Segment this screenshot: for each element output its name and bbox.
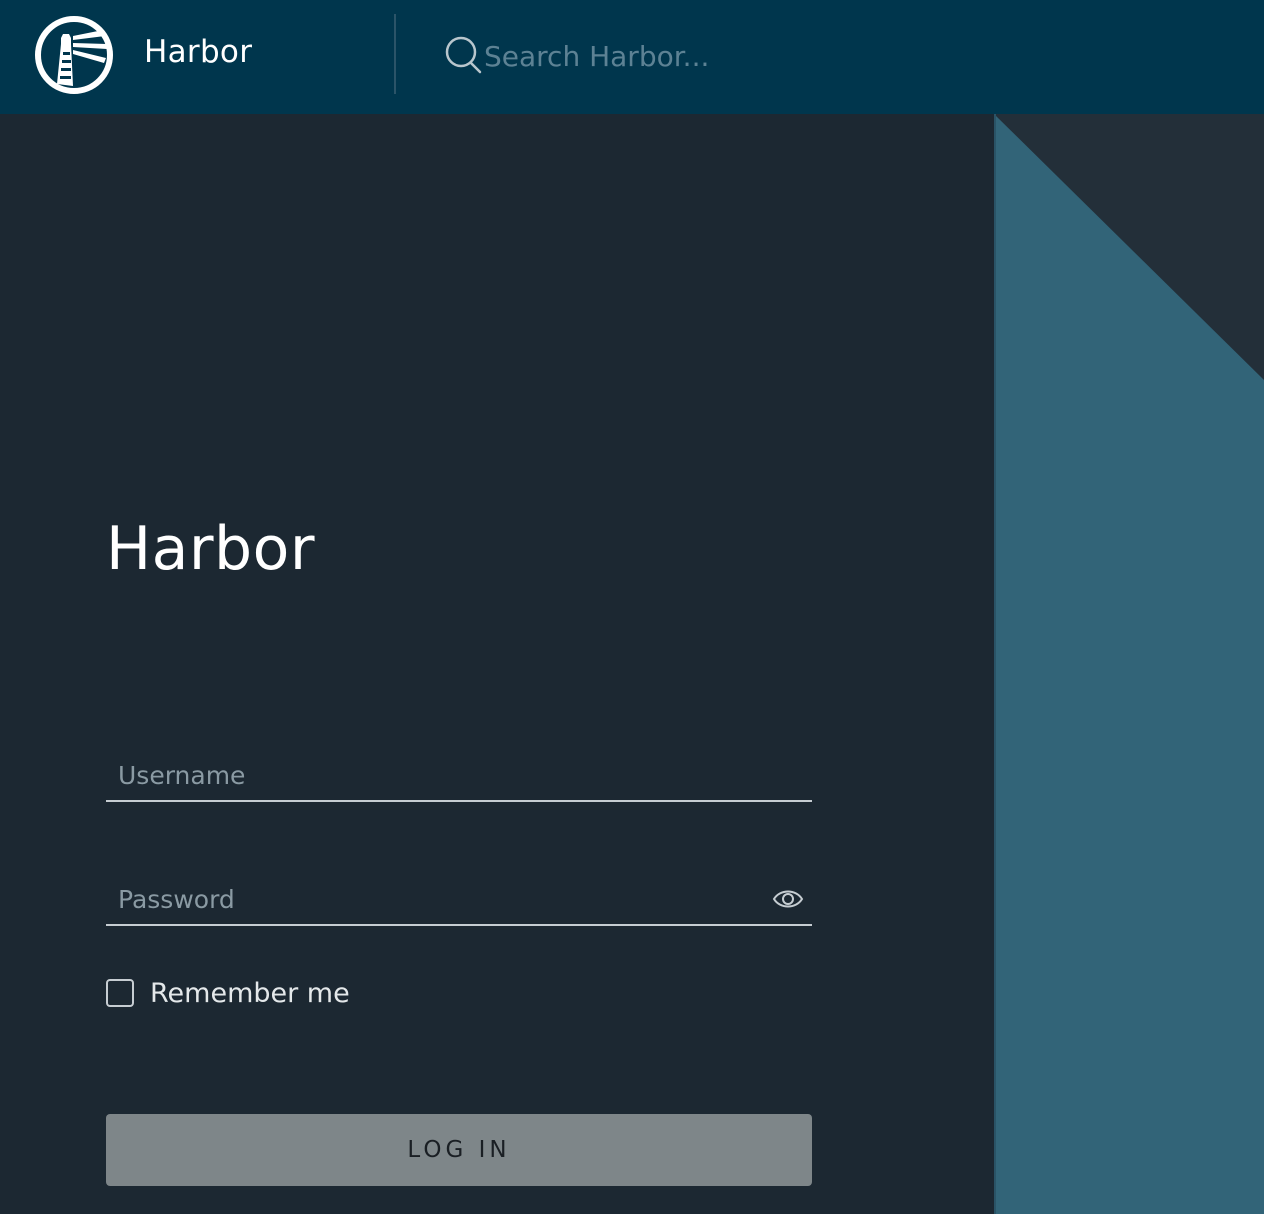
search-input[interactable]: [484, 36, 904, 76]
login-panel: Harbor Remember me LOG IN: [0, 114, 994, 1214]
login-button[interactable]: LOG IN: [106, 1114, 812, 1186]
header-divider: [394, 14, 396, 94]
search-icon: [445, 36, 482, 74]
remember-me-label[interactable]: Remember me: [150, 978, 350, 1009]
remember-me-checkbox[interactable]: [106, 979, 134, 1007]
eye-icon[interactable]: [772, 886, 804, 912]
side-decoration: [994, 114, 1264, 1214]
username-field: [106, 752, 812, 802]
brand-name[interactable]: Harbor: [144, 34, 252, 70]
harbor-logo-icon[interactable]: [33, 14, 115, 96]
login-title: Harbor: [106, 514, 316, 584]
password-input[interactable]: [106, 876, 758, 922]
username-input[interactable]: [106, 752, 758, 798]
app-header: Harbor: [0, 0, 1264, 114]
password-field: [106, 876, 812, 926]
